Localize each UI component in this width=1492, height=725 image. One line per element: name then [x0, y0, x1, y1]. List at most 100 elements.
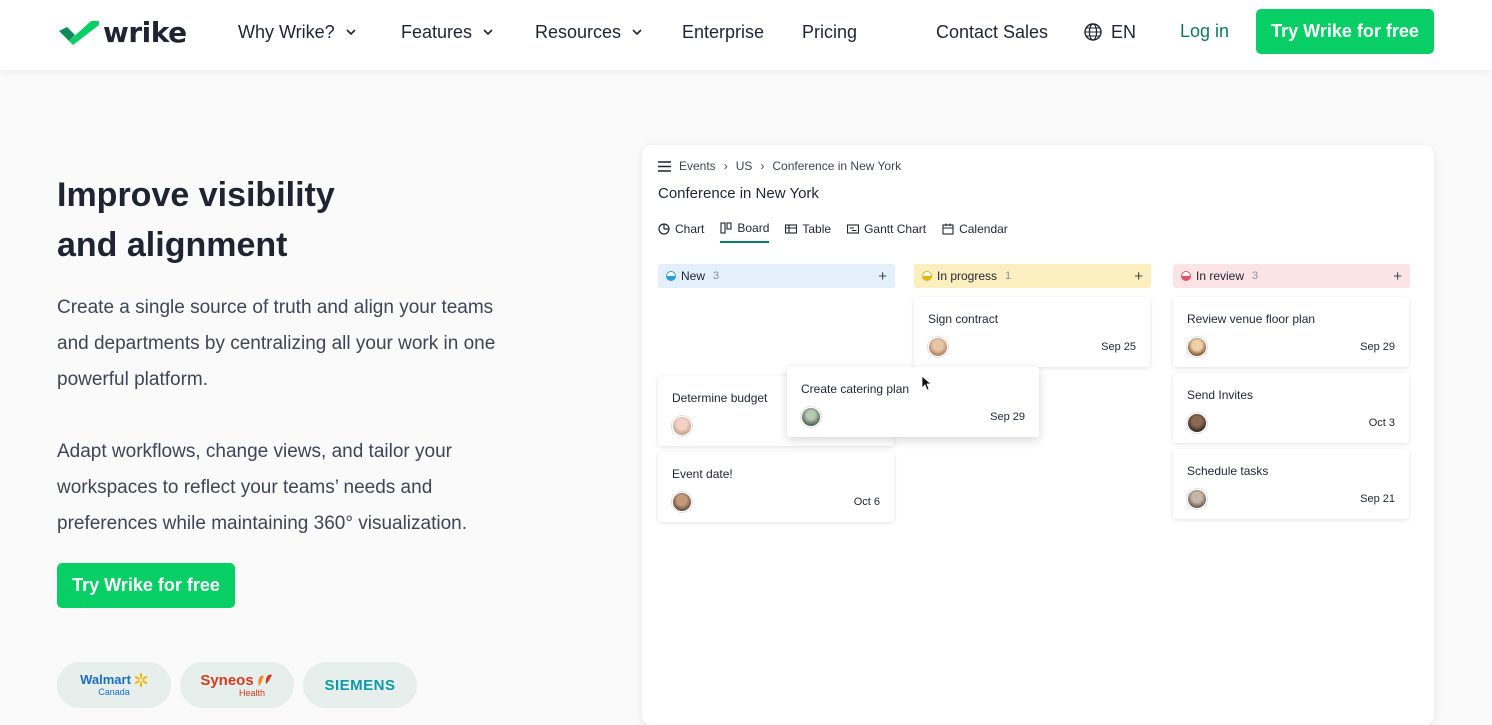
tab-label: Table	[802, 222, 832, 236]
task-card[interactable]: Schedule tasks Sep 21	[1173, 449, 1409, 519]
nav-label: Why Wrike?	[238, 21, 335, 42]
task-name: Sign contract	[928, 312, 999, 326]
column-count: 1	[1005, 270, 1012, 282]
language-selector[interactable]: EN	[1083, 21, 1136, 43]
wrike-check-icon	[59, 21, 99, 45]
wrike-wordmark: wrike	[103, 15, 187, 49]
chevron-down-icon	[632, 29, 642, 36]
task-name: Review venue floor plan	[1187, 312, 1316, 326]
avatar	[1187, 337, 1207, 357]
column-header-in-review: In review 3 +	[1173, 264, 1410, 288]
breadcrumb-separator-icon: ›	[723, 159, 728, 173]
avatar	[1187, 489, 1207, 509]
column-count: 3	[713, 270, 720, 282]
gantt-icon	[847, 224, 860, 234]
try-free-button[interactable]: Try Wrike for free	[57, 563, 235, 608]
section-heading: Improve visibility and alignment	[57, 170, 477, 270]
try-free-button-nav[interactable]: Try Wrike for free	[1256, 9, 1434, 54]
status-in-review-icon	[1181, 271, 1191, 281]
tab-label: Calendar	[959, 222, 1008, 236]
nav-pricing[interactable]: Pricing	[802, 21, 857, 43]
nav-label: Enterprise	[682, 21, 765, 42]
breadcrumb-item[interactable]: Events	[679, 159, 716, 173]
nav-label: Features	[401, 21, 473, 42]
nav-label: Pricing	[802, 21, 858, 42]
globe-icon	[1084, 23, 1102, 41]
task-card[interactable]: Send Invites Oct 3	[1173, 373, 1409, 443]
avatar	[672, 492, 692, 512]
nav-enterprise[interactable]: Enterprise	[682, 21, 764, 43]
add-task-icon[interactable]: +	[878, 268, 887, 285]
task-card[interactable]: Review venue floor plan Sep 29	[1173, 297, 1409, 367]
top-navigation: wrike Why Wrike? Features Resources Ente…	[0, 0, 1492, 70]
column-label: New	[681, 269, 706, 283]
task-due-date: Oct 3	[1368, 417, 1395, 429]
status-in-progress-icon	[922, 271, 932, 281]
add-task-icon[interactable]: +	[1393, 268, 1402, 285]
task-due-date: Oct 6	[853, 496, 880, 508]
chevron-down-icon	[483, 29, 493, 36]
column-label: In progress	[937, 269, 998, 283]
tab-board[interactable]: Board	[720, 221, 770, 243]
task-name: Schedule tasks	[1187, 464, 1269, 478]
task-name: Create catering plan	[801, 382, 910, 396]
column-header-new: New 3 +	[658, 264, 895, 288]
column-header-in-progress: In progress 1 +	[914, 264, 1151, 288]
tab-gantt-chart[interactable]: Gantt Chart	[847, 221, 926, 243]
task-due-date: Sep 29	[990, 411, 1025, 423]
language-label: EN	[1111, 21, 1137, 42]
board-icon	[720, 222, 732, 234]
siemens-logo: SIEMENS	[303, 662, 417, 708]
project-title: Conference in New York	[658, 185, 819, 202]
nav-label: Resources	[535, 21, 622, 42]
table-icon	[785, 224, 798, 234]
contact-sales-link[interactable]: Contact Sales	[936, 21, 1048, 43]
syneos-wordmark: Syneos	[200, 672, 254, 689]
menu-icon[interactable]	[658, 160, 671, 172]
tab-table[interactable]: Table	[785, 221, 831, 243]
tab-chart[interactable]: Chart	[658, 221, 704, 243]
task-due-date: Sep 21	[1360, 493, 1395, 505]
wrike-logo[interactable]: wrike	[57, 15, 187, 49]
task-due-date: Sep 29	[1360, 341, 1395, 353]
breadcrumb-item[interactable]: Conference in New York	[772, 159, 901, 173]
description-paragraph-2: Adapt workflows, change views, and tailo…	[57, 441, 467, 534]
add-task-icon[interactable]: +	[1134, 268, 1143, 285]
breadcrumb-separator-icon: ›	[760, 159, 765, 173]
login-link[interactable]: Log in	[1180, 21, 1229, 42]
walmart-spark-icon	[134, 673, 148, 687]
breadcrumb: Events › US › Conference in New York	[658, 159, 901, 173]
tab-label: Board	[737, 221, 770, 235]
avatar	[801, 407, 821, 427]
task-card[interactable]: Sign contract Sep 25	[914, 297, 1150, 367]
view-tabs: Chart Board Table Gantt Chart Calendar	[658, 221, 1008, 243]
task-card-dragging[interactable]: Create catering plan Sep 29	[787, 367, 1039, 437]
board-view-preview: Events › US › Conference in New York Con…	[642, 145, 1434, 725]
nav-why-wrike[interactable]: Why Wrike?	[238, 21, 357, 43]
status-new-icon	[666, 271, 676, 281]
task-name: Send Invites	[1187, 388, 1254, 402]
nav-resources[interactable]: Resources	[535, 21, 643, 43]
walmart-wordmark: Walmart	[80, 672, 131, 687]
avatar	[1187, 413, 1207, 433]
avatar	[928, 337, 948, 357]
calendar-icon	[942, 223, 954, 235]
heading-line-1: Improve visibility	[57, 176, 335, 214]
walmart-sub: Canada	[98, 687, 130, 697]
tab-label: Chart	[675, 222, 705, 236]
syneos-health-logo: Syneos Health	[180, 662, 294, 708]
tab-calendar[interactable]: Calendar	[942, 221, 1008, 243]
task-due-date: Sep 25	[1101, 341, 1136, 353]
siemens-wordmark: SIEMENS	[324, 676, 396, 694]
nav-features[interactable]: Features	[401, 21, 494, 43]
breadcrumb-item[interactable]: US	[736, 159, 753, 173]
walmart-canada-logo: Walmart Canada	[57, 662, 171, 708]
mouse-cursor-icon	[921, 375, 931, 391]
task-card[interactable]: Event date! Oct 6	[658, 452, 894, 522]
task-name: Determine budget	[672, 391, 768, 405]
syneos-mark-icon	[258, 674, 272, 686]
chevron-down-icon	[346, 29, 356, 36]
column-count: 3	[1252, 270, 1259, 282]
description-paragraph-1: Create a single source of truth and alig…	[57, 297, 496, 390]
task-name: Event date!	[672, 467, 733, 481]
